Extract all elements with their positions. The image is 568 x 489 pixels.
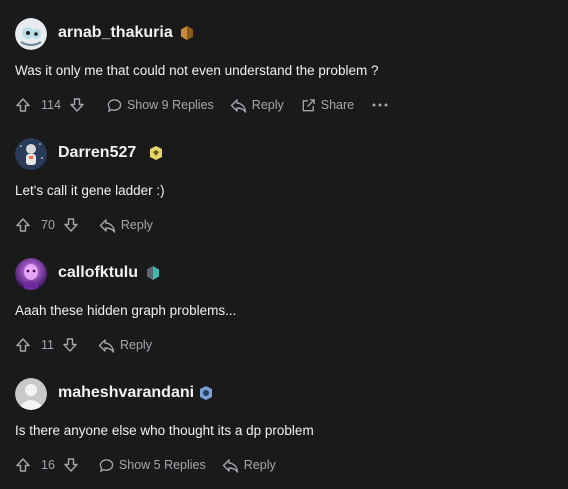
username[interactable]: maheshvarandani xyxy=(58,384,194,402)
avatar[interactable] xyxy=(15,378,47,410)
reply-label: Reply xyxy=(243,458,276,472)
show-replies-button[interactable]: Show 9 Replies xyxy=(107,98,214,113)
reply-label: Reply xyxy=(119,338,152,352)
downvote-icon[interactable] xyxy=(62,337,78,353)
comment-text: Let's call it gene ladder :) xyxy=(15,183,165,198)
username[interactable]: Darren527 xyxy=(58,144,136,162)
vote-count: 16 xyxy=(41,458,55,472)
comment-actions: 16 Show 5 Replies Reply xyxy=(15,456,276,474)
comment: maheshvarandani Is there anyone else who… xyxy=(0,360,568,480)
username[interactable]: arnab_thakuria xyxy=(58,24,173,42)
upvote-icon[interactable] xyxy=(15,217,31,233)
show-replies-button[interactable]: Show 5 Replies xyxy=(99,458,206,473)
reply-arrow-icon xyxy=(230,98,247,113)
reply-arrow-icon xyxy=(98,338,115,353)
vote-count: 11 xyxy=(41,338,54,352)
vote-count: 114 xyxy=(41,98,61,112)
downvote-icon[interactable] xyxy=(69,97,85,113)
comment-text: Was it only me that could not even under… xyxy=(15,63,379,78)
show-replies-label: Show 9 Replies xyxy=(126,98,214,112)
reply-label: Reply xyxy=(251,98,284,112)
hexagon-badge-icon xyxy=(145,265,161,281)
comment-text: Is there anyone else who thought its a d… xyxy=(15,423,314,438)
comment-actions: 11 Reply xyxy=(15,336,152,354)
badge-icon xyxy=(198,385,214,401)
comment: Darren527 Let's call it gene ladder :) 7… xyxy=(0,120,568,240)
share-label: Share xyxy=(320,98,355,112)
comment-bubble-icon xyxy=(99,458,114,473)
reply-button[interactable]: Reply xyxy=(230,98,284,113)
comment-text: Aaah these hidden graph problems... xyxy=(15,303,237,318)
show-replies-label: Show 5 Replies xyxy=(118,458,206,472)
avatar[interactable] xyxy=(15,138,47,170)
reply-button[interactable]: Reply xyxy=(98,338,152,353)
comment-bubble-icon xyxy=(107,98,122,113)
avatar[interactable] xyxy=(15,258,47,290)
upvote-icon[interactable] xyxy=(15,337,31,353)
downvote-icon[interactable] xyxy=(63,457,79,473)
upvote-icon[interactable] xyxy=(15,457,31,473)
username[interactable]: callofktulu xyxy=(58,264,138,282)
reply-label: Reply xyxy=(120,218,153,232)
share-button[interactable]: Share xyxy=(301,98,354,113)
reply-button[interactable]: Reply xyxy=(99,218,153,233)
share-icon xyxy=(301,98,316,113)
downvote-icon[interactable] xyxy=(63,217,79,233)
upvote-icon[interactable] xyxy=(15,97,31,113)
more-options-icon[interactable] xyxy=(372,103,388,107)
badge-icon xyxy=(148,145,164,161)
hexagon-badge-icon xyxy=(179,25,195,41)
avatar[interactable] xyxy=(15,18,47,50)
vote-count: 70 xyxy=(41,218,55,232)
comment-actions: 70 Reply xyxy=(15,216,153,234)
reply-arrow-icon xyxy=(222,458,239,473)
reply-button[interactable]: Reply xyxy=(222,458,276,473)
comment-actions: 114 Show 9 Replies Reply Share xyxy=(15,96,388,114)
reply-arrow-icon xyxy=(99,218,116,233)
comment: callofktulu Aaah these hidden graph prob… xyxy=(0,240,568,360)
comment: arnab_thakuria Was it only me that could… xyxy=(0,0,568,120)
